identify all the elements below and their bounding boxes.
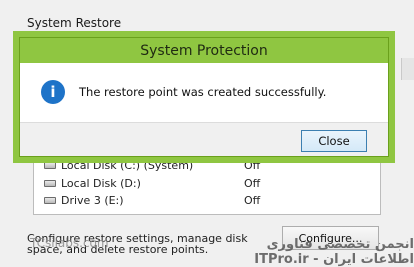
close-button[interactable]: Close xyxy=(301,130,367,152)
drive-status: Off xyxy=(244,158,261,172)
drive-row-d[interactable]: Local Disk (D:) Off xyxy=(44,175,364,191)
hard-drive-icon xyxy=(44,179,56,187)
hard-drive-icon xyxy=(44,196,56,204)
hard-drive-icon xyxy=(44,161,56,169)
drive-name: Drive 3 (E:) xyxy=(61,193,124,207)
system-protection-dialog: System Protection i The restore point wa… xyxy=(19,37,389,157)
system-restore-section-label: System Restore xyxy=(27,16,122,30)
watermark-left: TCsilabs.com xyxy=(30,236,109,250)
drive-row-c[interactable]: Local Disk (C:) (System) Off xyxy=(44,157,364,173)
information-icon: i xyxy=(41,80,65,104)
dialog-body: i The restore point was created successf… xyxy=(20,63,388,122)
system-properties-window: System Restore Local Disk (C:) (System) … xyxy=(0,0,414,267)
background-window-edge xyxy=(401,58,414,80)
drive-name: Local Disk (D:) xyxy=(61,176,141,190)
drive-status: Off xyxy=(244,176,261,190)
dialog-title: System Protection xyxy=(20,38,388,63)
drive-row-e[interactable]: Drive 3 (E:) Off xyxy=(44,192,364,208)
drive-status: Off xyxy=(244,193,261,207)
drive-name: Local Disk (C:) (System) xyxy=(61,158,194,172)
dialog-message: The restore point was created successful… xyxy=(79,85,327,99)
dialog-footer: Close xyxy=(20,122,388,156)
watermark-right: انجمن تخصصی فناوری اطلاعات ایران - ITPro… xyxy=(254,237,414,267)
